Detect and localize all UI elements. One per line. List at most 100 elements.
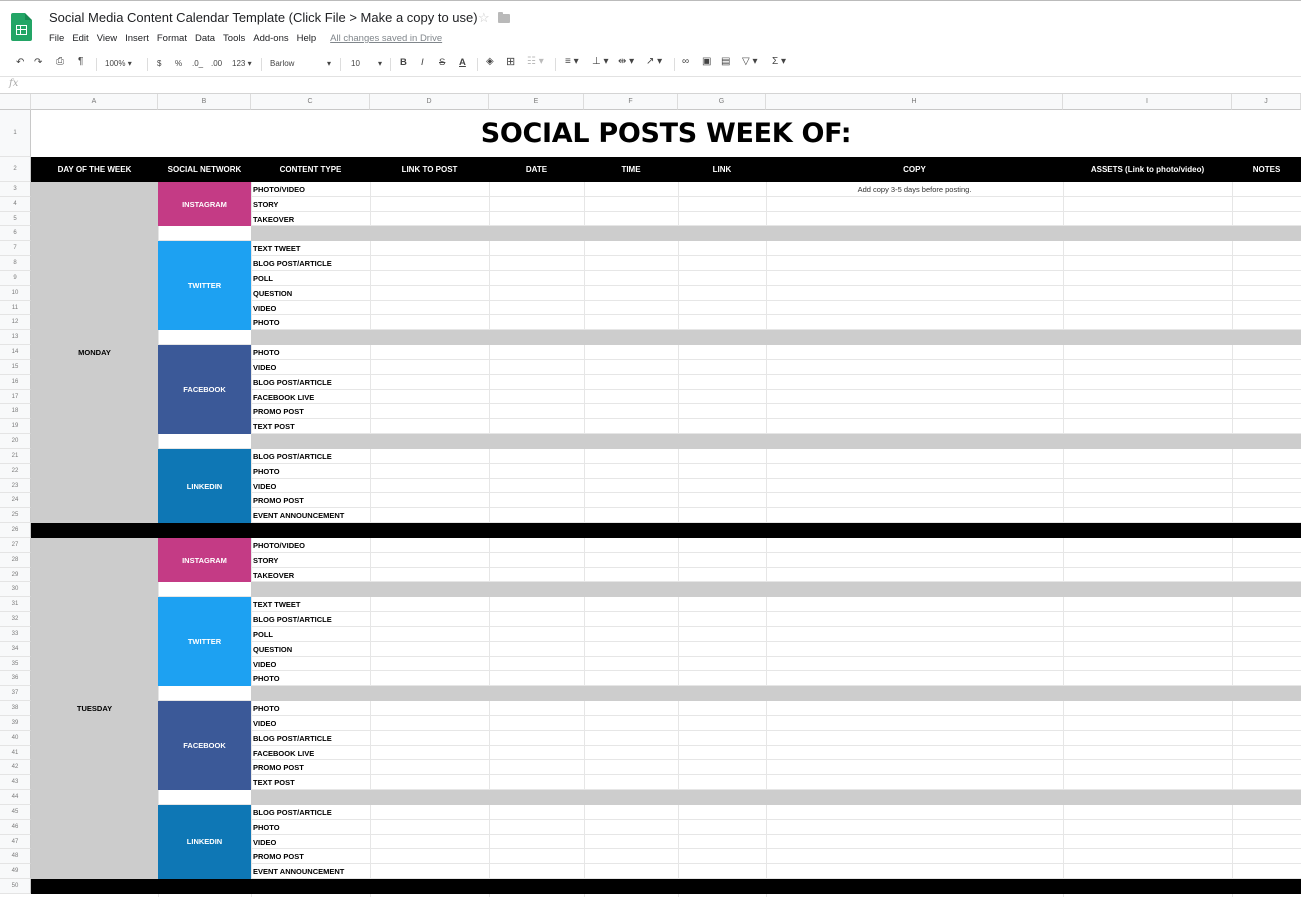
row-header-5[interactable]: 5 [0,211,31,227]
content-type-cell[interactable]: QUESTION [253,644,292,657]
copy-note-cell[interactable]: Add copy 3-5 days before posting. [766,184,1063,197]
row-header-25[interactable]: 25 [0,508,31,524]
column-header-j[interactable]: J [1232,94,1301,110]
content-type-cell[interactable]: BLOG POST/ARTICLE [253,807,332,820]
content-type-cell[interactable]: PHOTO [253,673,280,686]
header-time[interactable]: TIME [584,157,678,182]
menu-addons[interactable]: Add-ons [253,33,288,44]
zoom-select[interactable]: 100% ▾ [105,59,132,68]
row-header-26[interactable]: 26 [0,523,31,538]
header-date[interactable]: DATE [489,157,584,182]
content-type-cell[interactable]: POLL [253,273,273,286]
borders-icon[interactable]: ⊞ [506,55,515,68]
menu-file[interactable]: File [49,33,64,44]
row-header-15[interactable]: 15 [0,359,31,375]
menu-insert[interactable]: Insert [125,33,149,44]
row-header-40[interactable]: 40 [0,730,31,746]
network-block-facebook[interactable]: FACEBOOK [158,701,251,791]
network-block-twitter[interactable]: TWITTER [158,597,251,687]
text-wrapping-icon[interactable]: ⇹ ▾ [618,56,634,67]
network-block-facebook[interactable]: FACEBOOK [158,345,251,435]
header-assets[interactable]: ASSETS (Link to photo/video) [1063,157,1232,182]
row-header-10[interactable]: 10 [0,285,31,301]
content-type-cell[interactable]: STORY [253,199,278,212]
row-header-14[interactable]: 14 [0,345,31,360]
row-header-31[interactable]: 31 [0,597,31,613]
content-type-cell[interactable]: PROMO POST [253,851,304,864]
row-header-9[interactable]: 9 [0,270,31,286]
content-type-cell[interactable]: PROMO POST [253,406,304,419]
undo-icon[interactable]: ↶ [16,57,24,68]
row-header-23[interactable]: 23 [0,478,31,494]
row-header-38[interactable]: 38 [0,701,31,716]
row-header-28[interactable]: 28 [0,552,31,568]
spreadsheet-grid[interactable]: ABCDEFGHIJ 1 2 3 4 5 6 7 8 9 10 11 12 13 14 15 16 17 18 19… [0,94,1301,897]
row-header-4[interactable]: 4 [0,196,31,212]
content-type-cell[interactable]: VIDEO [253,659,276,672]
row-header-33[interactable]: 33 [0,626,31,642]
row-header-30[interactable]: 30 [0,582,31,598]
row-header-48[interactable]: 48 [0,849,31,865]
row-header-18[interactable]: 18 [0,404,31,420]
increase-decimal-button[interactable]: .00 [211,59,222,68]
print-icon[interactable]: ⎙ [56,56,64,67]
content-type-cell[interactable]: QUESTION [253,288,292,301]
content-type-cell[interactable]: STORY [253,555,278,568]
menu-help[interactable]: Help [297,33,317,44]
content-type-cell[interactable]: PHOTO [253,822,280,835]
content-type-cell[interactable]: TEXT POST [253,421,295,434]
italic-button[interactable]: I [421,57,424,68]
folder-icon[interactable] [498,12,510,23]
row-header-12[interactable]: 12 [0,315,31,331]
row-header-36[interactable]: 36 [0,671,31,687]
column-header-f[interactable]: F [584,94,678,110]
content-type-cell[interactable]: VIDEO [253,481,276,494]
row-header-13[interactable]: 13 [0,330,31,346]
content-type-cell[interactable]: BLOG POST/ARTICLE [253,451,332,464]
content-type-cell[interactable]: PHOTO [253,317,280,330]
column-header-g[interactable]: G [678,94,766,110]
header-social-network[interactable]: SOCIAL NETWORK [158,157,251,182]
row-header-21[interactable]: 21 [0,448,31,464]
header-notes[interactable]: NOTES [1232,157,1301,182]
row-header-1[interactable]: 1 [0,110,31,157]
row-header-39[interactable]: 39 [0,715,31,731]
text-rotation-icon[interactable]: ↗ ▾ [646,56,662,67]
row-header-41[interactable]: 41 [0,745,31,761]
text-color-button[interactable]: A [459,57,466,68]
content-type-cell[interactable]: PHOTO/VIDEO [253,540,305,553]
content-type-cell[interactable]: VIDEO [253,303,276,316]
row-header-6[interactable]: 6 [0,226,31,242]
bold-button[interactable]: B [400,57,407,68]
content-type-cell[interactable]: PHOTO [253,347,280,360]
content-type-cell[interactable]: EVENT ANNOUNCEMENT [253,866,344,879]
currency-format-button[interactable]: $ [157,59,161,68]
row-header-2[interactable]: 2 [0,157,31,182]
column-header-h[interactable]: H [766,94,1063,110]
header-copy[interactable]: COPY [766,157,1063,182]
row-header-44[interactable]: 44 [0,790,31,805]
filter-icon[interactable]: ▽ ▾ [742,56,758,67]
menu-edit[interactable]: Edit [72,33,88,44]
row-header-16[interactable]: 16 [0,374,31,390]
chevron-down-icon[interactable]: ▾ [327,59,331,68]
row-header-32[interactable]: 32 [0,612,31,627]
menu-data[interactable]: Data [195,33,215,44]
content-type-cell[interactable]: TEXT POST [253,777,295,790]
row-header-27[interactable]: 27 [0,537,31,553]
content-type-cell[interactable]: BLOG POST/ARTICLE [253,733,332,746]
row-header-3[interactable]: 3 [0,182,31,197]
row-header-19[interactable]: 19 [0,419,31,435]
functions-icon[interactable]: Σ ▾ [772,56,786,67]
font-size-select[interactable]: 10 [351,59,360,68]
row-header-35[interactable]: 35 [0,656,31,672]
insert-link-icon[interactable]: ∞ [682,56,689,67]
row-header-20[interactable]: 20 [0,434,31,449]
content-type-cell[interactable]: BLOG POST/ARTICLE [253,614,332,627]
content-type-cell[interactable]: BLOG POST/ARTICLE [253,377,332,390]
content-type-cell[interactable]: FACEBOOK LIVE [253,392,314,405]
content-type-cell[interactable]: VIDEO [253,837,276,850]
redo-icon[interactable]: ↷ [34,57,42,68]
row-header-46[interactable]: 46 [0,819,31,835]
content-type-cell[interactable]: FACEBOOK LIVE [253,748,314,761]
